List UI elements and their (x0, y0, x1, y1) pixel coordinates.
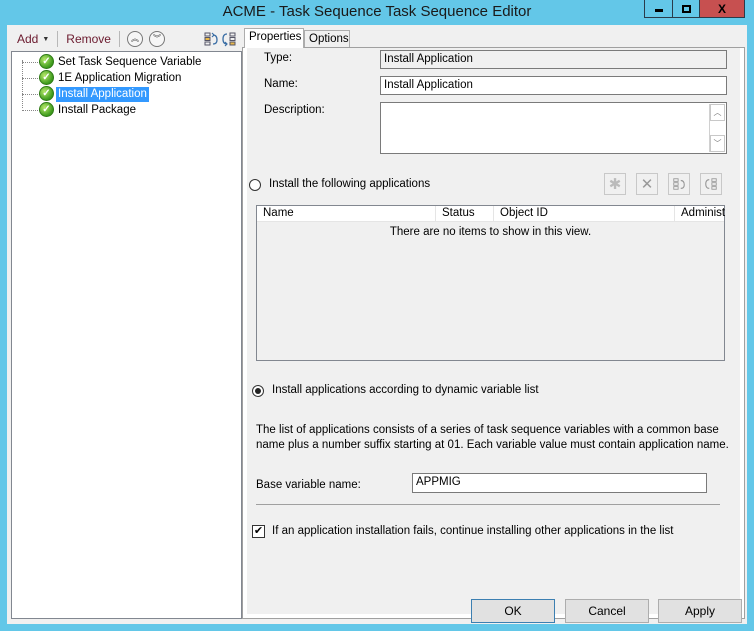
tree-connector (22, 110, 40, 111)
import-button[interactable] (202, 30, 220, 48)
apply-button[interactable]: Apply (658, 599, 742, 623)
success-check-icon: ✓ (39, 86, 54, 101)
properties-panel: Type: Install Application Name: Install … (242, 47, 745, 619)
base-variable-input[interactable]: APPMIG (412, 473, 707, 493)
scroll-up-button[interactable]: ︿ (710, 104, 725, 121)
continue-on-fail-checkbox[interactable]: ✔ (252, 525, 265, 538)
tree-item-selected[interactable]: ✓ Install Application (12, 86, 232, 102)
list-header: Name Status Object ID Administ (257, 206, 726, 222)
empty-list-message: There are no items to show in this view. (389, 226, 592, 238)
ok-button[interactable]: OK (471, 599, 555, 623)
tree-item[interactable]: ✓ Set Task Sequence Variable (12, 54, 232, 70)
install-following-label: Install the following applications (269, 178, 431, 190)
window-controls: X (644, 0, 745, 18)
tree-item-label: 1E Application Migration (58, 71, 182, 84)
description-label: Description: (264, 104, 325, 116)
description-textarea[interactable]: ︿ ﹀ (380, 102, 727, 154)
close-icon: X (717, 1, 726, 16)
tab-properties[interactable]: Properties (244, 28, 304, 48)
title-bar: ACME - Task Sequence Task Sequence Edito… (0, 0, 754, 25)
move-application-down-button[interactable] (700, 173, 722, 195)
task-sequence-tree: ✓ Set Task Sequence Variable ✓ 1E Applic… (11, 51, 242, 619)
install-dynamic-radio[interactable] (252, 385, 264, 397)
chevron-down-icon: ﹀ (713, 139, 722, 148)
tree-item-label: Install Package (58, 103, 136, 116)
separator-line (256, 504, 720, 505)
column-header-administrator[interactable]: Administ (675, 206, 726, 222)
properties-content: Type: Install Application Name: Install … (247, 48, 740, 614)
import-icon (673, 178, 685, 190)
maximize-icon (681, 4, 691, 13)
install-following-radio[interactable] (249, 179, 261, 191)
import-icon (204, 32, 218, 46)
export-icon (705, 178, 717, 190)
move-application-up-button[interactable] (668, 173, 690, 195)
applications-list[interactable]: Name Status Object ID Administ There are… (256, 205, 725, 361)
tab-options[interactable]: Options (304, 30, 350, 48)
dropdown-caret-icon: ▼ (42, 35, 50, 43)
add-menu-button[interactable]: Add ▼ (13, 32, 53, 46)
toolbar-separator (118, 31, 120, 47)
checkmark-icon: ✔ (253, 525, 264, 537)
maximize-button[interactable] (672, 0, 699, 18)
type-field: Install Application (380, 50, 727, 69)
cancel-button[interactable]: Cancel (565, 599, 649, 623)
close-button[interactable]: X (699, 0, 745, 18)
description-scrollbar[interactable]: ︿ ﹀ (709, 104, 725, 152)
remove-button[interactable]: Remove (62, 32, 115, 46)
tree-item-label: Set Task Sequence Variable (58, 55, 202, 68)
delete-x-icon: ✕ (640, 176, 654, 193)
tree-item[interactable]: ✓ Install Package (12, 102, 232, 118)
continue-on-fail-label: If an application installation fails, co… (272, 525, 674, 537)
success-check-icon: ✓ (39, 102, 54, 117)
dialog-body: Add ▼ Remove ︽ ︾ ✓ Set Task Sequence Var… (7, 25, 747, 624)
export-button[interactable] (220, 30, 238, 48)
tree-item-label: Install Application (56, 86, 149, 102)
move-up-button[interactable]: ︽ (126, 31, 143, 47)
success-check-icon: ✓ (39, 70, 54, 85)
name-input[interactable]: Install Application (380, 76, 727, 95)
add-application-button[interactable]: ✱ (604, 173, 626, 195)
minimize-button[interactable] (644, 0, 672, 18)
asterisk-icon: ✱ (608, 176, 622, 193)
chevron-double-down-icon: ︾ (152, 34, 161, 43)
name-label: Name: (264, 78, 298, 90)
dynamic-description-text: The list of applications consists of a s… (256, 424, 729, 451)
tree-connector (22, 78, 40, 79)
column-header-status[interactable]: Status (436, 206, 494, 222)
move-down-button[interactable]: ︾ (148, 31, 165, 47)
export-icon (222, 32, 236, 47)
sequence-toolbar: Add ▼ Remove ︽ ︾ (7, 27, 242, 51)
window-title: ACME - Task Sequence Task Sequence Edito… (222, 3, 532, 20)
column-header-object-id[interactable]: Object ID (494, 206, 675, 222)
base-variable-label: Base variable name: (256, 479, 361, 491)
tree-connector (22, 62, 40, 63)
add-label: Add (17, 32, 39, 46)
chevron-up-icon: ︿ (713, 108, 722, 117)
chevron-double-up-icon: ︽ (130, 34, 139, 43)
type-label: Type: (264, 52, 293, 64)
success-check-icon: ✓ (39, 54, 54, 69)
column-header-name[interactable]: Name (257, 206, 436, 222)
install-dynamic-label: Install applications according to dynami… (272, 384, 539, 396)
toolbar-separator (57, 31, 59, 47)
tree-item[interactable]: ✓ 1E Application Migration (12, 70, 232, 86)
remove-application-button[interactable]: ✕ (636, 173, 658, 195)
minimize-icon (654, 9, 663, 12)
tree-connector (22, 94, 40, 95)
scroll-down-button[interactable]: ﹀ (710, 135, 725, 152)
